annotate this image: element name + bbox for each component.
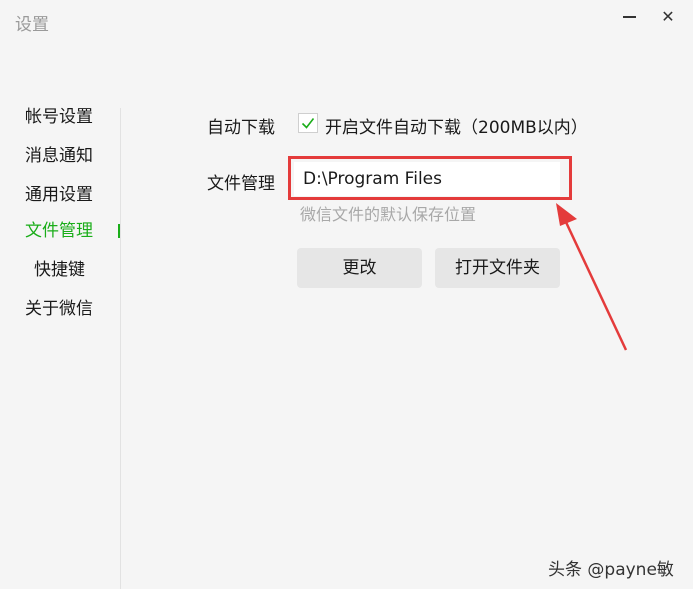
change-path-button[interactable]: 更改 [297,248,422,288]
sidebar-item-file-management[interactable]: 文件管理 [0,214,120,248]
auto-download-checkbox-label[interactable]: 开启文件自动下载（200MB以内） [325,113,588,138]
sidebar-item-shortcuts[interactable]: 快捷键 [0,253,120,287]
sidebar-item-account[interactable]: 帐号设置 [0,100,120,134]
save-path-hint: 微信文件的默认保存位置 [300,205,477,224]
sidebar-item-about[interactable]: 关于微信 [0,292,120,326]
minimize-icon [622,16,636,18]
checkmark-icon [301,118,315,129]
close-button[interactable]: ✕ [656,6,680,28]
settings-window: 设置 ✕ 帐号设置 消息通知 通用设置 文件管理 快捷键 关于微信 自动下载 开… [0,0,693,589]
sidebar-item-label: 通用设置 [25,185,93,205]
sidebar-divider [120,108,121,589]
highlight-box [288,156,572,200]
sidebar-item-label: 帐号设置 [25,107,93,127]
minimize-button[interactable] [617,6,641,28]
open-folder-button[interactable]: 打开文件夹 [435,248,560,288]
auto-download-checkbox[interactable] [298,113,318,133]
auto-download-label: 自动下载 [207,118,275,138]
watermark: 头条 @payne敏 [548,560,674,580]
sidebar-item-label: 消息通知 [25,146,93,166]
file-management-label: 文件管理 [207,174,275,194]
sidebar-item-label: 关于微信 [25,299,93,319]
sidebar-item-notifications[interactable]: 消息通知 [0,139,120,173]
sidebar-item-label: 文件管理 [25,221,93,241]
sidebar-item-general[interactable]: 通用设置 [0,178,120,212]
close-icon: ✕ [661,7,675,26]
window-title: 设置 [15,15,49,35]
sidebar-item-label: 快捷键 [34,260,85,280]
